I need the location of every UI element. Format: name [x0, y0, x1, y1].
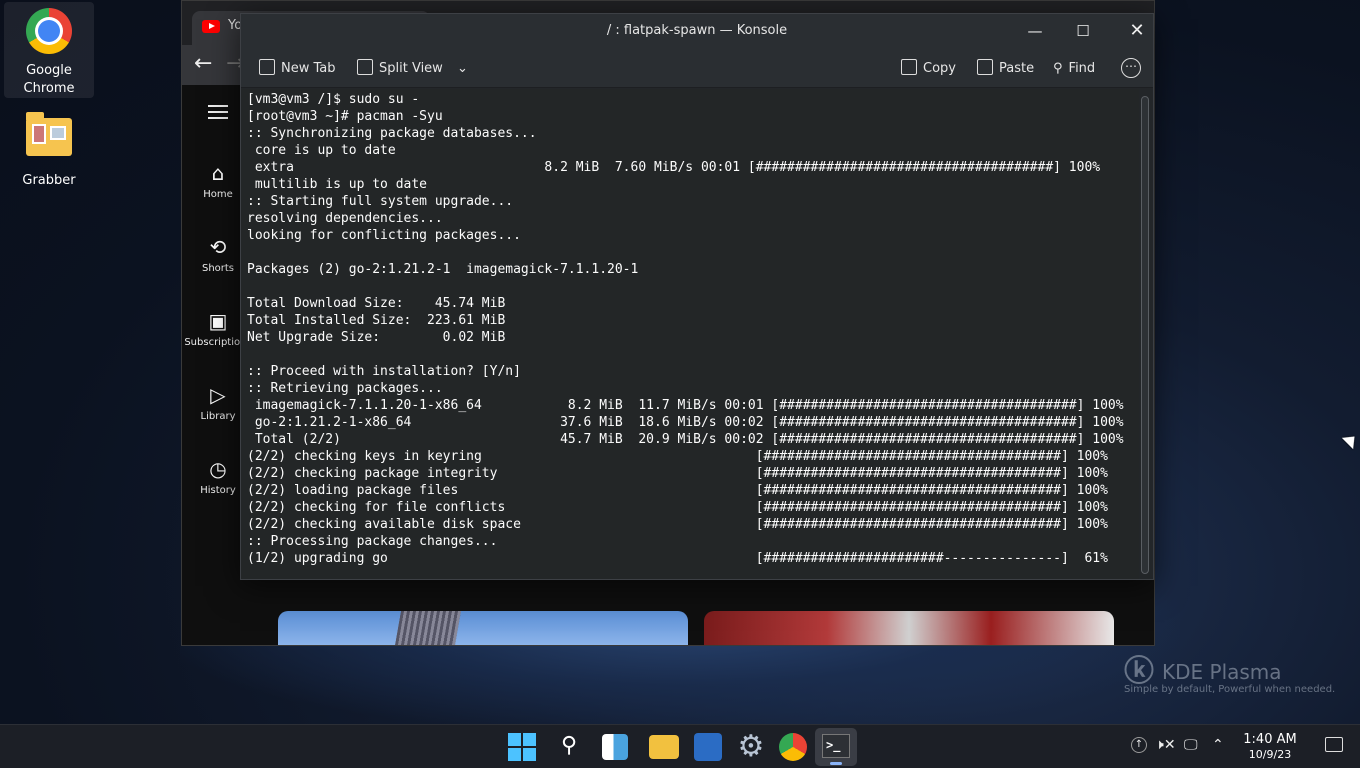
mouse-cursor-icon [1341, 430, 1360, 450]
split-view-icon [357, 59, 373, 75]
copy-button[interactable]: Copy [901, 58, 956, 80]
paste-label: Paste [999, 61, 1035, 76]
paste-button[interactable]: Paste [977, 58, 1034, 80]
hamburger-menu-icon[interactable] [208, 105, 228, 119]
terminal-line: (2/2) checking for file conflicts [#####… [247, 500, 1108, 515]
paste-icon [977, 59, 993, 75]
taskbar: ⚲ ⚙ >_ ↑ 🕨✕ 🖵 ⌃ 1:40 AM 10/9/23 [0, 724, 1360, 768]
kde-tagline: Simple by default, Powerful when needed. [1124, 684, 1336, 695]
sidebar-item-label: Home [203, 189, 233, 200]
search-icon: ⚲ [1053, 61, 1063, 76]
find-label: Find [1068, 61, 1096, 76]
chevron-up-icon[interactable]: ⌃ [1212, 737, 1224, 753]
video-thumbnail[interactable] [278, 611, 688, 645]
terminal-line: Packages (2) go-2:1.21.2-1 imagemagick-7… [247, 262, 639, 277]
minimize-icon[interactable]: — [1021, 18, 1049, 44]
desktop-icon-grabber[interactable]: Grabber [4, 112, 94, 190]
close-icon[interactable]: ✕ [1123, 18, 1151, 44]
clock[interactable]: 1:40 AM 10/9/23 [1238, 732, 1302, 762]
terminal-line: (2/2) loading package files [###########… [247, 483, 1108, 498]
sidebar-item-label: Shorts [201, 263, 235, 274]
konsole-toolbar: New Tab Split View ⌄ Copy Paste ⚲ Find ⋯ [241, 48, 1153, 88]
new-tab-label: New Tab [281, 61, 336, 76]
find-button[interactable]: ⚲ Find [1053, 58, 1095, 80]
terminal-line: go-2:1.21.2-1-x86_64 37.6 MiB 18.6 MiB/s… [247, 415, 1124, 430]
terminal-line: core is up to date [247, 143, 396, 158]
terminal-output[interactable]: [vm3@vm3 /]$ sudo su - [root@vm3 ~]# pacm… [241, 89, 1139, 579]
terminal-taskbar-button[interactable]: >_ [815, 728, 857, 766]
more-options-icon[interactable]: ⋯ [1121, 58, 1141, 78]
notifications-icon[interactable] [1325, 737, 1343, 752]
copy-label: Copy [923, 61, 956, 76]
terminal-line: imagemagick-7.1.1.20-1-x86_64 8.2 MiB 11… [247, 398, 1124, 413]
desktop-icon-label: Google Chrome [23, 63, 75, 96]
new-tab-button[interactable]: New Tab [259, 58, 336, 80]
kde-plasma-watermark: ⓚ KDE Plasma Simple by default, Powerful… [1124, 648, 1354, 698]
start-icon[interactable] [506, 731, 538, 763]
sidebar-item-label: Library [200, 411, 236, 422]
store-icon[interactable] [694, 733, 722, 761]
terminal-line: Net Upgrade Size: 0.02 MiB [247, 330, 506, 345]
terminal-line: multilib is up to date [247, 177, 428, 192]
terminal-line: resolving dependencies... [247, 211, 443, 226]
terminal-line: looking for conflicting packages... [247, 228, 521, 243]
kde-brand-name: KDE Plasma [1162, 660, 1282, 684]
widgets-icon[interactable] [602, 734, 628, 760]
mute-icon[interactable]: 🕨✕ [1155, 737, 1176, 753]
terminal-line: :: Processing package changes... [247, 534, 498, 549]
terminal-line: (1/2) upgrading go [####################… [247, 551, 1108, 566]
terminal-line: Total Download Size: 45.74 MiB [247, 296, 506, 311]
terminal-line: extra 8.2 MiB 7.60 MiB/s 00:01 [########… [247, 160, 1101, 175]
terminal-line: Total Installed Size: 223.61 MiB [247, 313, 506, 328]
terminal-line: (2/2) checking package integrity [######… [247, 466, 1108, 481]
konsole-window[interactable]: / : flatpak-spawn — Konsole — ☐ ✕ New Ta… [240, 13, 1154, 580]
terminal-line: (2/2) checking available disk space [###… [247, 517, 1108, 532]
update-icon[interactable]: ↑ [1131, 737, 1147, 753]
terminal-line: [root@vm3 ~]# pacman -Syu [247, 109, 443, 124]
maximize-icon[interactable]: ☐ [1069, 18, 1097, 44]
video-thumbnail[interactable] [704, 611, 1114, 645]
terminal-line: :: Proceed with installation? [Y/n] [247, 364, 521, 379]
clock-date: 10/9/23 [1248, 748, 1292, 761]
search-icon[interactable]: ⚲ [553, 731, 585, 763]
split-view-button[interactable]: Split View ⌄ [357, 58, 468, 80]
scrollbar[interactable] [1141, 96, 1149, 574]
desktop-icon-chrome[interactable]: Google Chrome [4, 2, 94, 98]
window-title: / : flatpak-spawn — Konsole [606, 23, 788, 38]
clock-time: 1:40 AM [1243, 732, 1297, 747]
terminal-line: [vm3@vm3 /]$ sudo su - [247, 92, 420, 107]
network-icon[interactable]: 🖵 [1184, 737, 1198, 753]
terminal-line: Total (2/2) 45.7 MiB 20.9 MiB/s 00:02 [#… [247, 432, 1124, 447]
file-explorer-icon[interactable] [649, 735, 679, 759]
chevron-down-icon[interactable]: ⌄ [457, 61, 468, 76]
terminal-line: :: Synchronizing package databases... [247, 126, 537, 141]
new-tab-icon [259, 59, 275, 75]
sidebar-item-label: History [200, 485, 236, 496]
terminal-line: :: Starting full system upgrade... [247, 194, 514, 209]
chrome-icon[interactable] [779, 733, 807, 761]
konsole-titlebar[interactable]: / : flatpak-spawn — Konsole — ☐ ✕ [241, 14, 1153, 48]
terminal-line: :: Retrieving packages... [247, 381, 443, 396]
folder-icon [25, 112, 73, 166]
terminal-icon: >_ [822, 734, 850, 758]
back-arrow-icon[interactable]: ← [194, 51, 212, 76]
chrome-icon [25, 8, 73, 56]
settings-icon[interactable]: ⚙ [735, 731, 767, 763]
desktop-icon-label: Grabber [22, 173, 76, 188]
terminal-line: (2/2) checking keys in keyring [########… [247, 449, 1108, 464]
split-view-label: Split View [379, 61, 443, 76]
copy-icon [901, 59, 917, 75]
youtube-icon [202, 20, 220, 33]
